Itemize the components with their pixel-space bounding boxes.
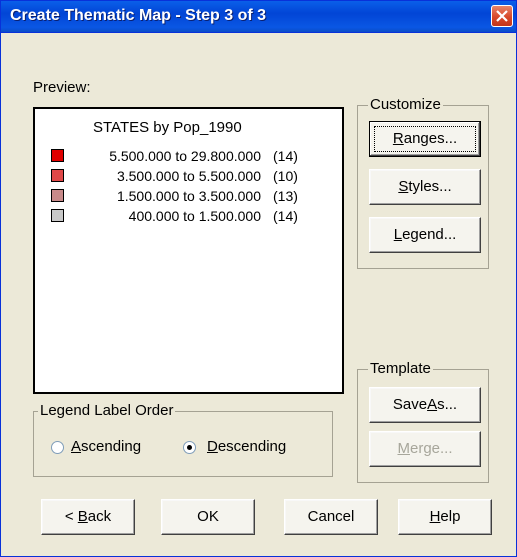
ok-button[interactable]: OK — [161, 499, 255, 535]
legend-count: (10) — [273, 168, 298, 184]
button-label: tyles... — [408, 178, 452, 195]
button-label-accelerator: H — [429, 508, 441, 525]
button-label: elp — [440, 508, 461, 525]
button-label: Cancel — [307, 508, 355, 525]
button-label: Save — [392, 396, 428, 413]
help-button[interactable]: Help — [398, 499, 492, 535]
legend-count: (13) — [273, 188, 298, 204]
radio-selected-dot — [187, 445, 192, 450]
template-group-title: Template — [368, 360, 433, 377]
button-label: egend... — [402, 226, 457, 243]
cancel-button[interactable]: Cancel — [284, 499, 378, 535]
button-label-accelerator: L — [393, 226, 403, 243]
radio-label-accelerator: A — [71, 438, 82, 455]
button-label: erge... — [409, 440, 453, 457]
window-title: Create Thematic Map - Step 3 of 3 — [10, 7, 267, 24]
descending-label[interactable]: Descending — [207, 438, 286, 455]
title-bar[interactable]: Create Thematic Map - Step 3 of 3 — [1, 1, 516, 33]
preview-map-title: STATES by Pop_1990 — [93, 119, 242, 136]
button-label: OK — [197, 508, 219, 525]
preview-pane: STATES by Pop_1990 5.500.000 to 29.800.0… — [33, 107, 344, 394]
preview-label: Preview: — [33, 79, 91, 96]
styles-button[interactable]: Styles... — [369, 169, 481, 205]
merge-button[interactable]: Merge... — [369, 431, 481, 467]
save-as-button[interactable]: Save As... — [369, 387, 481, 423]
legend-label-order-title: Legend Label Order — [38, 402, 176, 419]
focus-rectangle — [374, 126, 476, 152]
legend-count: (14) — [273, 148, 298, 164]
close-button[interactable] — [491, 5, 513, 27]
legend-count: (14) — [273, 208, 298, 224]
ascending-label[interactable]: Ascending — [71, 438, 141, 455]
dialog-body: Preview: STATES by Pop_1990 5.500.000 to… — [1, 33, 516, 556]
legend-range: 400.000 to 1.500.000 — [128, 208, 261, 224]
button-label-accelerator: B — [77, 508, 88, 525]
button-label-accelerator: M — [397, 440, 410, 457]
legend-range: 5.500.000 to 29.800.000 — [109, 148, 261, 164]
button-label: < — [64, 508, 78, 525]
ascending-radio[interactable] — [51, 441, 64, 454]
legend-button[interactable]: Legend... — [369, 217, 481, 253]
button-label-accelerator: A — [427, 396, 438, 413]
button-label: s... — [437, 396, 458, 413]
button-label: ack — [87, 508, 112, 525]
customize-group-title: Customize — [368, 96, 443, 113]
radio-label-accelerator: D — [207, 438, 218, 455]
radio-label: scending — [81, 438, 142, 455]
legend-range: 1.500.000 to 3.500.000 — [116, 188, 261, 204]
radio-label: escending — [217, 438, 287, 455]
descending-radio[interactable] — [183, 441, 196, 454]
legend-range: 3.500.000 to 5.500.000 — [116, 168, 261, 184]
ranges-button[interactable]: Ranges... — [369, 121, 481, 157]
back-button[interactable]: < Back — [41, 499, 135, 535]
close-icon — [496, 10, 508, 22]
button-label-accelerator: S — [398, 178, 409, 195]
create-thematic-map-dialog: Create Thematic Map - Step 3 of 3 Previe… — [0, 0, 517, 557]
